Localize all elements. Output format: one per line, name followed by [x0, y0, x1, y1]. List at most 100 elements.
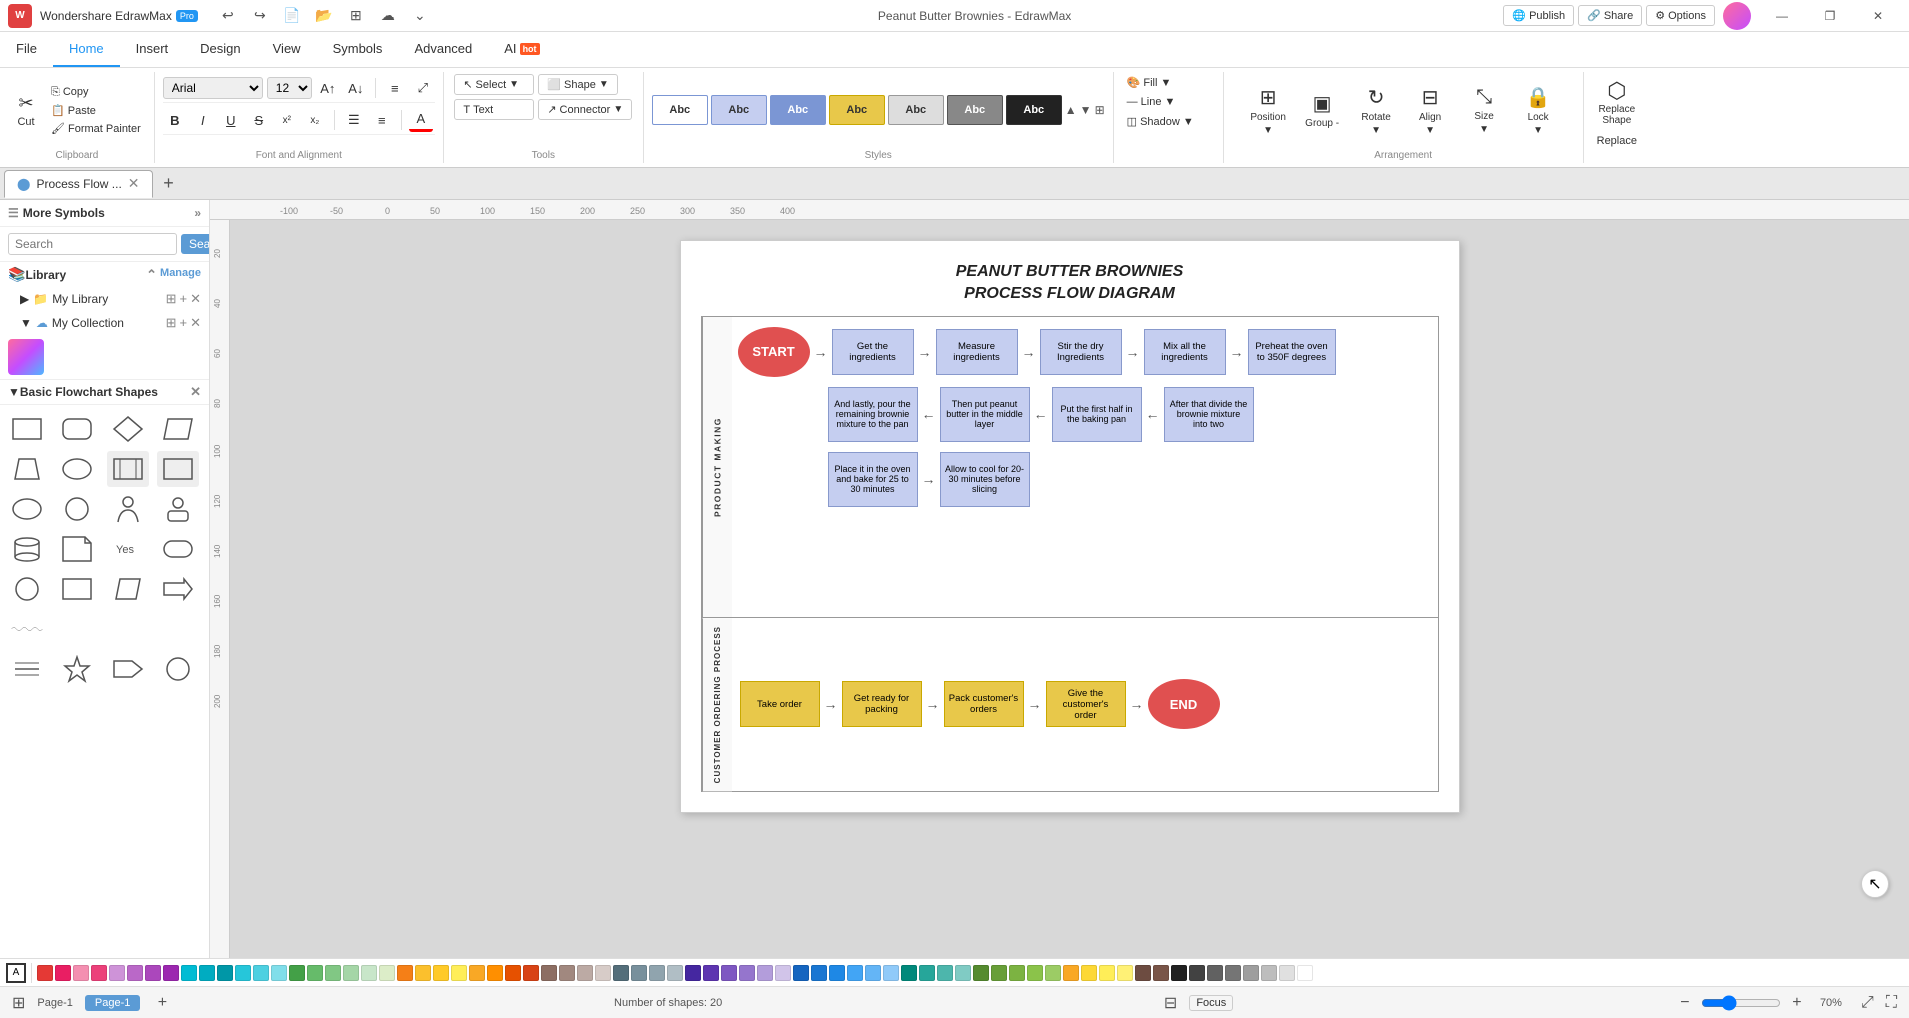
text-align-button[interactable]: ≡ — [383, 76, 407, 100]
shape-cell-circle[interactable] — [56, 491, 98, 527]
shape-cell-rect[interactable] — [6, 411, 48, 447]
superscript-button[interactable]: x² — [275, 108, 299, 132]
color-swatch-b4[interactable] — [595, 965, 611, 981]
color-swatch-gr1[interactable] — [1171, 965, 1187, 981]
color-swatch-i3[interactable] — [649, 965, 665, 981]
color-swatch-gr6[interactable] — [1261, 965, 1277, 981]
color-swatch-r7[interactable] — [145, 965, 161, 981]
color-swatch-br1[interactable] — [1135, 965, 1151, 981]
shape-cell-terminal[interactable] — [157, 531, 199, 567]
color-swatch-lg1[interactable] — [973, 965, 989, 981]
start-oval[interactable]: START — [738, 327, 810, 377]
my-collection-import-icon[interactable]: ⊞ — [166, 315, 177, 331]
shape-preheat-oven[interactable]: Preheat the oven to 350F degrees — [1248, 329, 1336, 375]
group-button[interactable]: ▣ Group - — [1296, 81, 1348, 139]
copy-button[interactable]: ⎘ Copy — [46, 84, 146, 101]
shape-cell-circle2[interactable] — [6, 571, 48, 607]
color-swatch-g2[interactable] — [307, 965, 323, 981]
color-swatch-gr3[interactable] — [1207, 965, 1223, 981]
color-swatch-o2[interactable] — [487, 965, 503, 981]
menu-file[interactable]: File — [0, 32, 53, 67]
shapes-expand-icon[interactable]: ▼ — [8, 385, 20, 399]
color-swatch-p3[interactable] — [721, 965, 737, 981]
color-swatch-bl1[interactable] — [793, 965, 809, 981]
color-swatch-ly4[interactable] — [1117, 965, 1133, 981]
bullets-button[interactable]: ☰ — [342, 108, 366, 132]
shadow-button[interactable]: ◫ Shadow ▼ — [1122, 113, 1215, 130]
shape-pack-orders[interactable]: Pack customer's orders — [944, 681, 1024, 727]
color-swatch-r3[interactable] — [73, 965, 89, 981]
expand-font-button[interactable]: ⤢ — [411, 76, 435, 100]
color-swatch-t5[interactable] — [253, 965, 269, 981]
color-swatch-y1[interactable] — [397, 965, 413, 981]
color-swatch-bl3[interactable] — [829, 965, 845, 981]
style-swatch-7[interactable]: Abc — [1006, 95, 1062, 125]
fit-page-button[interactable]: ⤢ — [1861, 994, 1874, 1012]
color-swatch-ly1[interactable] — [1063, 965, 1079, 981]
shape-cell-note[interactable] — [56, 531, 98, 567]
color-swatch-ly2[interactable] — [1081, 965, 1097, 981]
focus-button[interactable]: Focus — [1189, 995, 1233, 1011]
my-collection-add-icon[interactable]: + — [180, 315, 188, 331]
format-painter-button[interactable]: 🖌 Format Painter — [46, 120, 146, 137]
zoom-plus-button[interactable]: + — [1787, 993, 1807, 1013]
my-library-add-icon[interactable]: + — [180, 291, 188, 307]
zoom-minus-button[interactable]: − — [1675, 993, 1695, 1013]
fullscreen-button[interactable]: ⛶ — [1886, 994, 1897, 1012]
color-swatch-bl6[interactable] — [883, 965, 899, 981]
menu-insert[interactable]: Insert — [120, 32, 185, 67]
my-collection-close-icon[interactable]: ✕ — [190, 315, 201, 331]
color-swatch-p5[interactable] — [757, 965, 773, 981]
color-swatch-g6[interactable] — [379, 965, 395, 981]
shape-cell-wave[interactable] — [6, 611, 48, 647]
shape-cell-arrow-shape[interactable] — [157, 571, 199, 607]
font-size-select[interactable]: 12 — [267, 77, 312, 99]
decrease-font-button[interactable]: A↓ — [344, 76, 368, 100]
style-swatch-5[interactable]: Abc — [888, 95, 944, 125]
shape-cell-parallelogram[interactable] — [157, 411, 199, 447]
tab-close-button[interactable]: ✕ — [128, 175, 140, 192]
paste-button[interactable]: 📋 Paste — [46, 102, 146, 119]
search-button[interactable]: Search — [181, 234, 210, 254]
color-swatch-g4[interactable] — [343, 965, 359, 981]
search-input[interactable] — [8, 233, 177, 255]
shape-get-ready[interactable]: Get ready for packing — [842, 681, 922, 727]
color-swatch-t4[interactable] — [235, 965, 251, 981]
color-swatch-ly3[interactable] — [1099, 965, 1115, 981]
font-family-select[interactable]: Arial — [163, 77, 263, 99]
shape-cell-process[interactable] — [107, 451, 149, 487]
color-swatch-o4[interactable] — [523, 965, 539, 981]
style-swatch-6[interactable]: Abc — [947, 95, 1003, 125]
styles-scroll-up[interactable]: ▲ — [1065, 103, 1077, 117]
layers-button[interactable]: ⊞ — [12, 993, 25, 1013]
shape-stir-ingredients[interactable]: Stir the dry Ingredients — [1040, 329, 1122, 375]
color-swatch-tl1[interactable] — [901, 965, 917, 981]
color-swatch-y4[interactable] — [451, 965, 467, 981]
shape-cell-star[interactable] — [56, 651, 98, 687]
diagram-canvas[interactable]: PEANUT BUTTER BROWNIES PROCESS FLOW DIAG… — [230, 220, 1909, 958]
canvas-drag-handle[interactable]: ↖ — [1861, 870, 1889, 898]
collection-thumbnail[interactable] — [8, 339, 44, 375]
library-collapse-icon[interactable]: ⌃ — [146, 267, 157, 283]
replace-shape-button[interactable]: ⬡ ReplaceShape — [1592, 74, 1642, 130]
color-swatch-o3[interactable] — [505, 965, 521, 981]
color-swatch-br2[interactable] — [1153, 965, 1169, 981]
color-swatch-p1[interactable] — [685, 965, 701, 981]
color-swatch-tl4[interactable] — [955, 965, 971, 981]
menu-advanced[interactable]: Advanced — [398, 32, 488, 67]
menu-symbols[interactable]: Symbols — [317, 32, 399, 67]
subscript-button[interactable]: x₂ — [303, 108, 327, 132]
style-swatch-4[interactable]: Abc — [829, 95, 885, 125]
zoom-level[interactable]: 70% — [1813, 997, 1849, 1009]
shape-cell-trapezoid[interactable] — [6, 451, 48, 487]
more-button[interactable]: ⌄ — [406, 2, 434, 30]
shape-cell-data[interactable] — [157, 451, 199, 487]
increase-font-button[interactable]: A↑ — [316, 76, 340, 100]
share-button[interactable]: 🔗 Share — [1578, 5, 1642, 26]
shape-pour-mixture[interactable]: And lastly, pour the remaining brownie m… — [828, 387, 918, 442]
strikethrough-button[interactable]: S — [247, 108, 271, 132]
replace-button[interactable]: Replace — [1592, 133, 1642, 149]
color-swatch-gr5[interactable] — [1243, 965, 1259, 981]
color-swatch-t3[interactable] — [217, 965, 233, 981]
shape-mix-ingredients[interactable]: Mix all the ingredients — [1144, 329, 1226, 375]
